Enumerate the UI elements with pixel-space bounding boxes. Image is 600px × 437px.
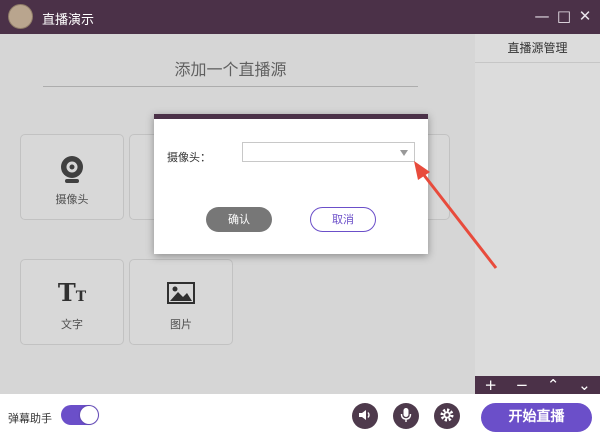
maximize-button[interactable]: □ bbox=[555, 6, 573, 26]
close-button[interactable]: ✕ bbox=[576, 6, 594, 26]
app-title: 直播演示 bbox=[42, 13, 95, 28]
danmu-assistant-label: 弹幕助手 bbox=[8, 412, 52, 425]
cancel-button[interactable]: 取消 bbox=[310, 207, 376, 232]
start-live-button[interactable]: 开始直播 bbox=[481, 403, 592, 432]
avatar[interactable] bbox=[8, 4, 33, 29]
settings-button[interactable] bbox=[434, 403, 460, 429]
confirm-button[interactable]: 确认 bbox=[206, 207, 272, 232]
camera-select[interactable] bbox=[242, 142, 415, 162]
add-camera-dialog: 摄像头： 确认 取消 bbox=[154, 114, 428, 254]
toggle-knob bbox=[80, 406, 98, 424]
title-bar: 直播演示 — □ ✕ bbox=[0, 0, 600, 34]
microphone-button[interactable] bbox=[393, 403, 419, 429]
remove-source-button[interactable]: − bbox=[512, 376, 532, 394]
move-up-button[interactable]: ⌃ bbox=[543, 376, 563, 394]
source-manager-toolbar: + − ⌃ ⌄ bbox=[475, 376, 600, 394]
add-source-button[interactable]: + bbox=[481, 376, 501, 394]
source-manager-title: 直播源管理 bbox=[475, 34, 600, 63]
source-manager-panel: 直播源管理 + − ⌃ ⌄ bbox=[475, 34, 600, 394]
microphone-icon bbox=[400, 407, 412, 426]
chevron-down-icon bbox=[400, 150, 408, 156]
danmu-toggle[interactable] bbox=[61, 405, 99, 425]
camera-label: 摄像头： bbox=[167, 151, 211, 164]
minimize-button[interactable]: — bbox=[533, 6, 551, 26]
speaker-button[interactable] bbox=[352, 403, 378, 429]
gear-icon bbox=[439, 407, 455, 426]
speaker-icon bbox=[358, 408, 372, 425]
bottom-bar: 弹幕助手 开始直播 bbox=[0, 394, 600, 437]
move-down-button[interactable]: ⌄ bbox=[574, 376, 594, 394]
